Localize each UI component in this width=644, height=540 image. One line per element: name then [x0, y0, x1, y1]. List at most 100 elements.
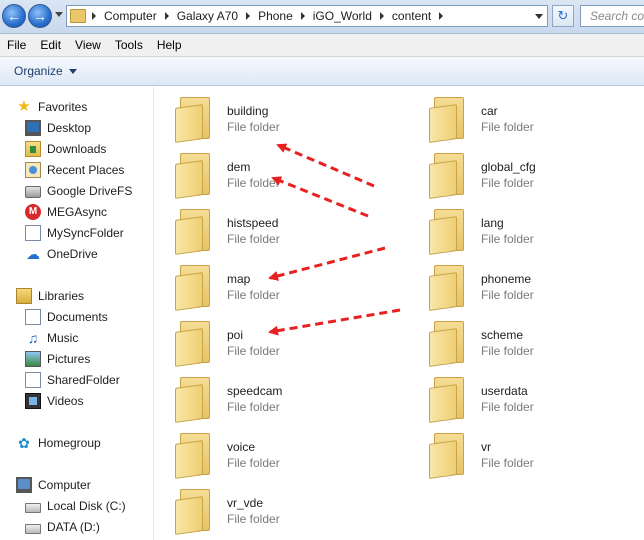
- menu-view[interactable]: View: [68, 38, 108, 52]
- folder-icon: [70, 9, 86, 23]
- nav-libraries[interactable]: Libraries: [16, 286, 170, 306]
- menu-file[interactable]: File: [0, 38, 33, 52]
- nav-homegroup-label: Homegroup: [38, 436, 101, 450]
- folder-type: File folder: [481, 120, 534, 134]
- nav-item-label: Desktop: [47, 121, 92, 135]
- folder-name: poi: [227, 328, 244, 342]
- folder-name: car: [481, 104, 498, 118]
- nav-item-label: Local Disk (C:): [47, 499, 126, 513]
- nav-item-label: Videos: [47, 394, 84, 408]
- folder-type: File folder: [227, 400, 280, 414]
- menu-tools[interactable]: Tools: [108, 38, 150, 52]
- recent-pages-dropdown-icon[interactable]: [55, 12, 63, 17]
- drive-icon: [25, 186, 41, 198]
- nav-item-label: Music: [47, 331, 79, 345]
- folder-type: File folder: [481, 344, 534, 358]
- folder-type: File folder: [481, 288, 534, 302]
- star-icon: ★: [17, 98, 31, 115]
- folder-name: speedcam: [227, 384, 283, 398]
- folder-tile[interactable]: lang File folder: [429, 207, 629, 257]
- folder-tile[interactable]: userdata File folder: [429, 375, 629, 425]
- folder-name: vr: [481, 440, 491, 454]
- document-icon: [25, 225, 41, 241]
- folder-tile[interactable]: voice File folder: [175, 431, 375, 481]
- mega-icon: M: [25, 204, 41, 220]
- recent-places-icon: [25, 162, 41, 178]
- folder-tile[interactable]: global_cfg File folder: [429, 151, 629, 201]
- refresh-button[interactable]: ↻: [552, 5, 574, 27]
- folder-type: File folder: [227, 456, 280, 470]
- breadcrumb-galaxy-a70[interactable]: Galaxy A70: [177, 6, 238, 26]
- nav-favorites-label: Favorites: [38, 100, 88, 114]
- folder-tile[interactable]: vr File folder: [429, 431, 629, 481]
- folder-tile[interactable]: dem File folder: [175, 151, 375, 201]
- folder-tile[interactable]: car File folder: [429, 95, 629, 145]
- folder-type: File folder: [227, 344, 280, 358]
- nav-computer-label: Computer: [38, 478, 91, 492]
- back-button[interactable]: ←: [2, 4, 26, 28]
- folder-tile[interactable]: scheme File folder: [429, 319, 629, 369]
- folder-icon: [175, 265, 213, 311]
- folder-type: File folder: [227, 120, 280, 134]
- folder-icon: [429, 321, 467, 367]
- menu-help[interactable]: Help: [150, 38, 189, 52]
- address-bar[interactable]: Computer Galaxy A70 Phone iGO_World cont…: [66, 5, 548, 27]
- search-input[interactable]: Search co: [580, 5, 644, 27]
- navigation-pane: ★ Favorites Desktop Downloads Recent Pla…: [0, 87, 154, 540]
- folder-name: voice: [227, 440, 256, 454]
- forward-button[interactable]: →: [28, 4, 52, 28]
- nav-computer[interactable]: Computer: [16, 475, 170, 495]
- folder-type: File folder: [481, 456, 534, 470]
- breadcrumb-igo-world[interactable]: iGO_World: [313, 6, 372, 26]
- hard-disk-icon: [25, 524, 41, 534]
- folder-tile[interactable]: map File folder: [175, 263, 375, 313]
- breadcrumb-separator-icon[interactable]: [439, 12, 444, 20]
- folder-icon: [175, 377, 213, 423]
- nav-item-label: Pictures: [47, 352, 91, 366]
- organize-button[interactable]: Organize: [14, 64, 77, 78]
- videos-icon: [25, 393, 41, 409]
- nav-homegroup[interactable]: ✿ Homegroup: [16, 433, 170, 453]
- nav-item-label: MEGAsync: [47, 205, 108, 219]
- breadcrumb-computer[interactable]: Computer: [104, 6, 157, 26]
- breadcrumb-separator-icon[interactable]: [92, 12, 96, 20]
- folder-icon: [175, 97, 213, 143]
- nav-item-label: Google DriveFS: [47, 184, 133, 198]
- nav-item-label: Documents: [47, 310, 108, 324]
- folder-name: vr_vde: [227, 496, 264, 510]
- menu-bar: File Edit View Tools Help: [0, 34, 644, 57]
- folder-icon: [429, 209, 467, 255]
- folder-name: scheme: [481, 328, 524, 342]
- folder-type: File folder: [227, 512, 280, 526]
- folder-tile[interactable]: poi File folder: [175, 319, 375, 369]
- folder-tile[interactable]: building File folder: [175, 95, 375, 145]
- folder-name: map: [227, 272, 251, 286]
- nav-favorites[interactable]: ★ Favorites: [16, 97, 170, 117]
- folder-tile[interactable]: speedcam File folder: [175, 375, 375, 425]
- folder-type: File folder: [227, 232, 280, 246]
- breadcrumb-separator-icon[interactable]: [164, 12, 169, 20]
- nav-item-label: SharedFolder: [47, 373, 120, 387]
- folder-icon: [175, 321, 213, 367]
- shared-folder-icon: [25, 372, 41, 388]
- address-dropdown-icon[interactable]: [535, 14, 543, 19]
- breadcrumb-separator-icon[interactable]: [246, 12, 251, 20]
- nav-item-label: OneDrive: [47, 247, 98, 261]
- breadcrumb-separator-icon[interactable]: [300, 12, 305, 20]
- folder-tile[interactable]: phoneme File folder: [429, 263, 629, 313]
- chevron-down-icon: [68, 68, 77, 74]
- folder-name: building: [227, 104, 269, 118]
- folder-icon: [429, 377, 467, 423]
- menu-edit[interactable]: Edit: [33, 38, 68, 52]
- folder-tile[interactable]: histspeed File folder: [175, 207, 375, 257]
- folder-type: File folder: [481, 232, 534, 246]
- folder-icon: [429, 265, 467, 311]
- breadcrumb-phone[interactable]: Phone: [258, 6, 293, 26]
- folder-icon: [175, 209, 213, 255]
- folder-tile[interactable]: vr_vde File folder: [175, 487, 375, 537]
- breadcrumb-separator-icon[interactable]: [379, 12, 384, 20]
- desktop-icon: [25, 120, 41, 136]
- breadcrumb-content[interactable]: content: [392, 6, 431, 26]
- organize-label: Organize: [14, 64, 63, 78]
- command-bar: Organize: [0, 57, 644, 86]
